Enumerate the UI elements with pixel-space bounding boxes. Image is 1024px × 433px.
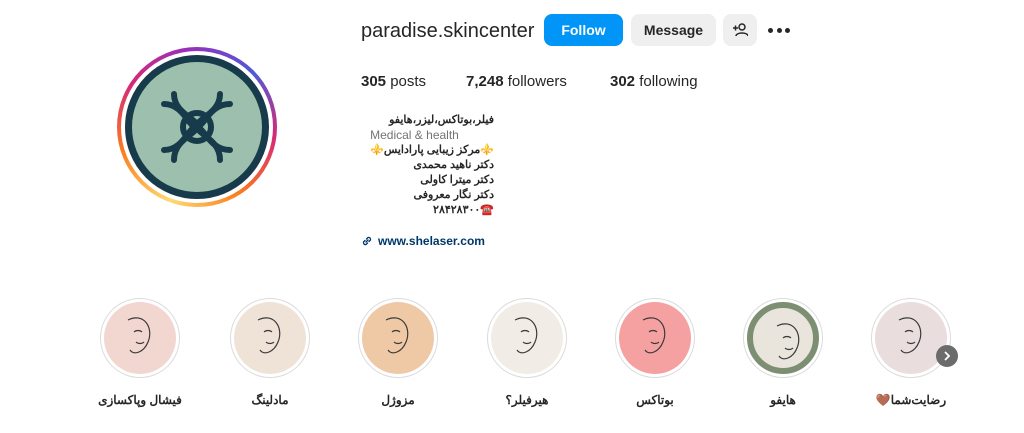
more-options-icon[interactable] <box>768 20 790 40</box>
highlight-item[interactable]: بوتاکس <box>615 298 695 407</box>
profile-avatar-ring[interactable] <box>117 47 277 207</box>
highlight-cover-ring[interactable] <box>487 298 567 378</box>
logo-knot-icon <box>161 91 233 163</box>
following-count[interactable]: 302 following <box>610 73 698 90</box>
profile-username: paradise.skincenter <box>361 20 535 42</box>
highlight-cover-image <box>875 302 947 374</box>
next-highlights-button[interactable] <box>936 345 958 367</box>
add-user-icon <box>733 23 748 37</box>
line-art-icon <box>385 317 409 354</box>
highlight-cover-ring[interactable] <box>871 298 951 378</box>
highlight-label: مزوژل <box>381 393 415 407</box>
highlight-item[interactable]: مادلینگ <box>230 298 310 407</box>
highlight-label: مادلینگ <box>251 393 289 407</box>
link-icon <box>362 236 372 246</box>
line-art-icon <box>642 317 666 354</box>
highlight-label: رضایت‌شما🤎 <box>875 393 947 407</box>
avatar[interactable] <box>125 55 269 199</box>
highlight-cover-ring[interactable] <box>230 298 310 378</box>
highlight-item[interactable]: رضایت‌شما🤎 <box>871 298 951 407</box>
highlight-cover-ring[interactable] <box>358 298 438 378</box>
highlight-cover-image <box>619 302 691 374</box>
highlight-cover-image <box>747 302 819 374</box>
highlight-label: بوتاکس <box>636 393 674 407</box>
message-button[interactable]: Message <box>631 14 716 46</box>
highlight-cover-image <box>491 302 563 374</box>
bio-line: ☎️۲۸۴۲۸۳۰۰ <box>433 204 494 216</box>
highlight-label: فیشال وپاکسازی <box>98 393 182 407</box>
bio-category: Medical & health <box>370 128 459 142</box>
highlight-item[interactable]: هایفو <box>743 298 823 407</box>
bio-link[interactable]: www.shelaser.com <box>361 234 485 248</box>
bio-title: فیلر،بوتاکس،لیزر،هایفو <box>389 114 494 126</box>
bio-line: دکتر میترا کاولی <box>420 174 494 186</box>
highlight-cover-ring[interactable] <box>615 298 695 378</box>
highlight-cover-ring[interactable] <box>100 298 180 378</box>
highlight-label: هایفو <box>770 393 796 407</box>
highlight-item[interactable]: مزوژل <box>358 298 438 407</box>
profile-bio: فیلر،بوتاکس،لیزر،هایفو Medical & health … <box>370 113 494 218</box>
line-art-icon <box>257 317 281 354</box>
line-art-icon <box>898 317 922 354</box>
bio-link-text[interactable]: www.shelaser.com <box>378 234 485 248</box>
line-art-icon <box>127 317 151 354</box>
highlight-cover-image <box>234 302 306 374</box>
line-art-icon <box>776 323 800 360</box>
line-art-icon <box>514 317 538 354</box>
follow-button[interactable]: Follow <box>544 14 623 46</box>
bio-line: دکتر ناهید محمدی <box>413 159 494 171</box>
bio-line: ⚜️مرکز زیبایی پارادایس⚜️ <box>370 144 494 156</box>
highlight-cover-image <box>362 302 434 374</box>
chevron-right-icon <box>944 351 951 361</box>
add-user-button[interactable] <box>723 14 757 46</box>
highlight-label: هیرفیلر؟ <box>505 393 549 407</box>
highlight-item[interactable]: هیرفیلر؟ <box>487 298 567 407</box>
posts-count: 305 posts <box>361 73 427 90</box>
bio-line: دکتر نگار معروفی <box>413 189 494 201</box>
followers-count[interactable]: 7,248 followers <box>466 73 567 90</box>
highlight-cover-image <box>104 302 176 374</box>
highlight-item[interactable]: فیشال وپاکسازی <box>98 298 182 407</box>
highlight-cover-ring[interactable] <box>743 298 823 378</box>
